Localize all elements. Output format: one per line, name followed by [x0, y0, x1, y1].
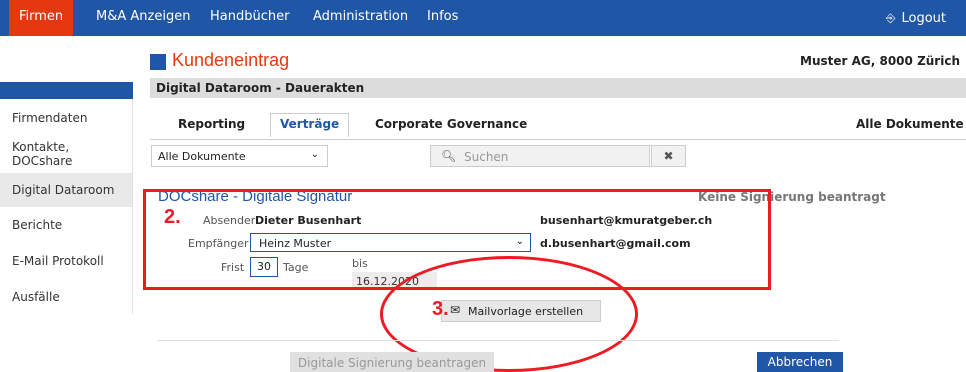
tab-alle-dokumente[interactable]: Alle Dokumente	[856, 117, 964, 131]
sidebar-item-firmendaten[interactable]: Firmendaten	[0, 111, 133, 125]
sidebar-divider	[132, 99, 133, 314]
nav-ma-anzeigen[interactable]: M&A Anzeigen	[96, 0, 190, 36]
annotation-step-2: 2.	[164, 206, 181, 228]
nav-handbuecher-label: Handbücher	[210, 9, 290, 24]
nav-infos-label: Infos	[427, 9, 459, 24]
sidebar-item-label: Digital Dataroom	[12, 183, 115, 197]
sidebar-item-digital-dataroom[interactable]: Digital Dataroom	[0, 173, 133, 207]
chevron-down-icon: ⌄	[310, 149, 319, 160]
document-filter-value: Alle Dokumente	[158, 150, 246, 163]
tab-corporate-governance[interactable]: Corporate Governance	[375, 117, 527, 131]
close-icon: ✖	[663, 149, 674, 163]
sidebar-item-label: DOCshare	[12, 154, 73, 168]
nav-infos[interactable]: Infos	[427, 0, 458, 36]
sidebar-item-label: Berichte	[12, 218, 63, 232]
page-title: Kundeneintrag	[172, 50, 290, 70]
search-icon: 🔍︎	[441, 149, 457, 163]
annotation-step-3: 3.	[432, 298, 449, 320]
sidebar-item-email-protokoll[interactable]: E-Mail Protokoll	[0, 254, 133, 268]
sidebar-item-label: Kontakte,	[12, 140, 70, 154]
footer-divider	[157, 340, 839, 341]
sidebar-item-kontakte-docshare[interactable]: Kontakte, DOCshare	[0, 140, 133, 168]
sidebar-header	[0, 82, 133, 99]
nav-firmen[interactable]: Firmen	[9, 0, 74, 36]
cancel-button[interactable]: Abbrechen	[757, 352, 843, 372]
sidebar-item-label: E-Mail Protokoll	[12, 254, 104, 268]
tab-divider	[150, 139, 966, 140]
search-placeholder: Suchen	[464, 150, 509, 164]
nav-handbuecher[interactable]: Handbücher	[210, 0, 289, 36]
nav-ma-anzeigen-label: M&A Anzeigen	[96, 9, 191, 24]
tab-vertraege[interactable]: Verträge	[270, 113, 350, 137]
sidebar-item-ausfaelle[interactable]: Ausfälle	[0, 290, 133, 304]
sidebar-item-label: Ausfälle	[12, 290, 60, 304]
section-subtitle: Digital Dataroom - Dauerakten	[156, 81, 365, 95]
company-name: Muster AG, 8000 Zürich	[800, 54, 960, 68]
tab-reporting[interactable]: Reporting	[178, 117, 245, 131]
sidebar-item-label: Firmendaten	[12, 111, 88, 125]
nav-administration-label: Administration	[313, 9, 409, 24]
logout-label: Logout	[901, 11, 946, 26]
document-filter-select[interactable]: Alle Dokumente ⌄	[151, 145, 328, 167]
search-input[interactable]: 🔍︎ Suchen	[430, 145, 650, 167]
clear-search-button[interactable]: ✖	[651, 145, 686, 167]
sidebar-item-berichte[interactable]: Berichte	[0, 218, 133, 232]
nav-administration[interactable]: Administration	[313, 0, 408, 36]
title-square-icon	[150, 54, 166, 70]
nav-firmen-label: Firmen	[19, 9, 64, 24]
logout-button[interactable]: ⎆ Logout	[886, 0, 946, 36]
request-signature-button[interactable]: Digitale Signierung beantragen	[290, 352, 494, 372]
logout-icon: ⎆	[885, 11, 896, 25]
top-navigation: Firmen M&A Anzeigen Handbücher Administr…	[0, 0, 966, 36]
section-subtitle-bar: Digital Dataroom - Dauerakten	[150, 78, 966, 98]
